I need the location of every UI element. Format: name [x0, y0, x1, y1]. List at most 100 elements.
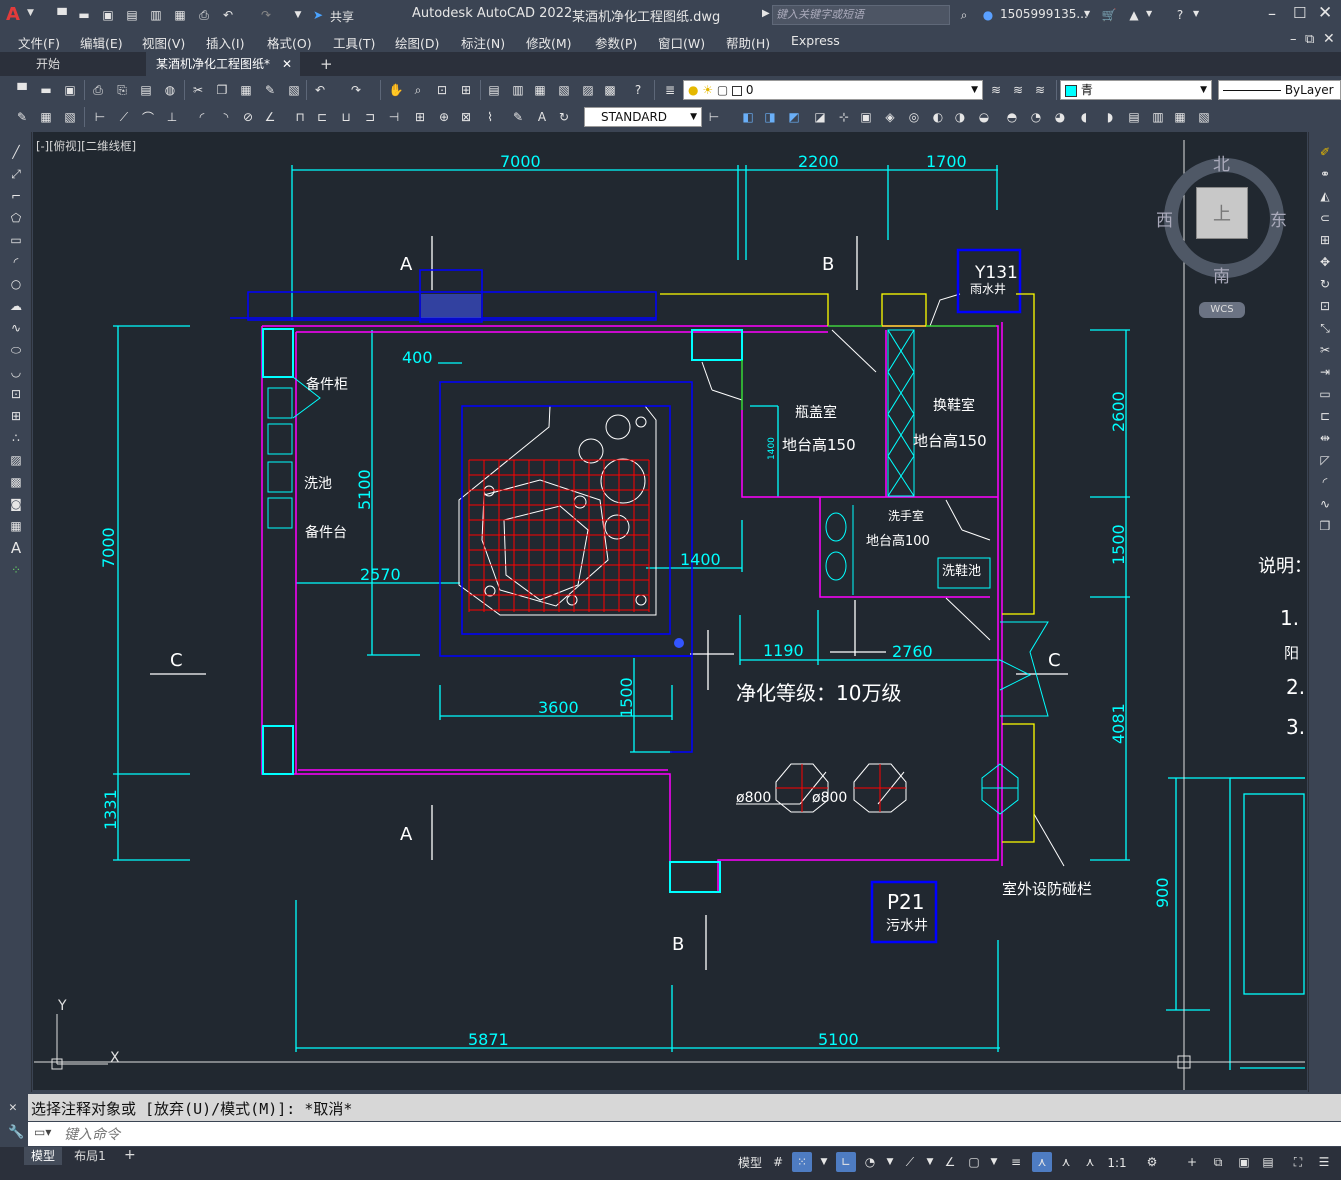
textstyle-dropdown[interactable]: STANDARD ▼	[584, 107, 702, 127]
dim-update-icon[interactable]: ↻	[556, 109, 572, 125]
osnap-icon[interactable]: ▢	[964, 1152, 984, 1172]
mod-mirror-icon[interactable]: ◭	[1317, 188, 1333, 204]
draw-table-icon[interactable]: ▦	[8, 518, 24, 534]
menu-file[interactable]: 文件(F)	[18, 33, 60, 52]
tb-obj-20-icon[interactable]: ▧	[1196, 109, 1212, 125]
mod-blend-icon[interactable]: ∿	[1317, 496, 1333, 512]
new-file-icon[interactable]: ▀	[54, 7, 70, 23]
autodesk-chevron-icon[interactable]: ▼	[1146, 9, 1152, 18]
annotation-visibility-icon[interactable]: ⋏	[1032, 1152, 1052, 1172]
tb-obj-9-icon[interactable]: ◐	[930, 109, 946, 125]
user-name[interactable]: 1505999135...	[1000, 7, 1088, 21]
tb-save-icon[interactable]: ▣	[62, 82, 78, 98]
dim-tolerance-icon[interactable]: ⊞	[412, 109, 428, 125]
polar-icon[interactable]: ◔	[860, 1152, 880, 1172]
open-file-icon[interactable]: ▬	[76, 7, 92, 23]
draw-polyline-icon[interactable]: ⌐	[8, 188, 24, 204]
tb-cut-icon[interactable]: ✂	[190, 82, 206, 98]
viewcube-west[interactable]: 西	[1156, 206, 1173, 231]
menu-tools[interactable]: 工具(T)	[333, 33, 375, 52]
tb-obj-15-icon[interactable]: ◖	[1076, 109, 1092, 125]
isodraft-icon[interactable]: ⟋	[900, 1152, 920, 1172]
dim-style-icon[interactable]: ⊢	[706, 109, 722, 125]
plot-icon[interactable]: ⎙	[196, 7, 212, 23]
mod-fillet-icon[interactable]: ◜	[1317, 474, 1333, 490]
tab-drawing[interactable]: 某酒机净化工程图纸* ✕	[146, 52, 300, 76]
annomonitor-icon[interactable]: +	[1182, 1152, 1202, 1172]
share-label[interactable]: 共享	[330, 8, 354, 25]
dim-baseline-icon[interactable]: ⊏	[314, 109, 330, 125]
isodraft-chevron-icon[interactable]: ▼	[920, 1152, 940, 1172]
dim-arclength-icon[interactable]: ⌒	[140, 109, 156, 125]
save-web-icon[interactable]: ▦	[172, 7, 188, 23]
minimize-icon[interactable]: –	[1268, 4, 1276, 23]
tb-copy-icon[interactable]: ❐	[214, 82, 230, 98]
mod-join-icon[interactable]: ⇹	[1317, 430, 1333, 446]
tb-obj-1-icon[interactable]: ◧	[740, 109, 756, 125]
tb-obj-16-icon[interactable]: ◗	[1102, 109, 1118, 125]
viewcube-north[interactable]: 北	[1213, 150, 1230, 175]
mod-break-icon[interactable]: ⊏	[1317, 408, 1333, 424]
dim-edit-icon[interactable]: ✎	[510, 109, 526, 125]
tb-obj-12-icon[interactable]: ◓	[1004, 109, 1020, 125]
tb-obj-8-icon[interactable]: ◎	[906, 109, 922, 125]
menu-dimension[interactable]: 标注(N)	[461, 33, 505, 52]
viewcube-south[interactable]: 南	[1213, 262, 1230, 287]
tb-obj-10-icon[interactable]: ◑	[952, 109, 968, 125]
draw-spline-icon[interactable]: ∿	[8, 320, 24, 336]
dim-ordinate-icon[interactable]: ⊥	[164, 109, 180, 125]
tb-obj-19-icon[interactable]: ▦	[1172, 109, 1188, 125]
fullscreen-icon[interactable]: ⛶	[1288, 1152, 1308, 1172]
draw-polygon-icon[interactable]: ⬠	[8, 210, 24, 226]
mod-rotate-icon[interactable]: ↻	[1317, 276, 1333, 292]
model-space-button[interactable]: 模型	[734, 1153, 766, 1173]
layer-dropdown[interactable]: ● ☀ ▢ 0 ▼	[683, 80, 983, 100]
cart-icon[interactable]: 🛒	[1101, 7, 1117, 23]
tb-zoom-realtime-icon[interactable]: ⌕	[410, 82, 426, 98]
ortho-icon[interactable]: ∟	[836, 1152, 856, 1172]
workspace-gear-icon[interactable]: ⚙	[1142, 1152, 1162, 1172]
tb-matchprop-icon[interactable]: ✎	[262, 82, 278, 98]
draw-line-icon[interactable]: ╱	[8, 144, 24, 160]
menu-modify[interactable]: 修改(M)	[526, 33, 572, 52]
dim-aligned-icon[interactable]: ⟋	[116, 109, 132, 125]
linetype-dropdown[interactable]: ByLayer	[1218, 80, 1341, 100]
viewcube-east[interactable]: 东	[1270, 206, 1287, 231]
annotation-scale[interactable]: 1:1	[1102, 1153, 1132, 1173]
units-icon[interactable]: ⧉	[1208, 1152, 1228, 1172]
autodesk-icon[interactable]: ▲	[1126, 7, 1142, 23]
command-grip[interactable]: ✕	[0, 1094, 28, 1121]
tb-blockeditor-icon[interactable]: ▧	[286, 82, 302, 98]
viewcube-top[interactable]: 上	[1196, 187, 1248, 239]
doc-close-icon[interactable]: ✕	[1323, 31, 1335, 47]
autoscale-icon[interactable]: ⋏	[1056, 1152, 1076, 1172]
dim-jogline-icon[interactable]: ⌇	[482, 109, 498, 125]
command-line[interactable]: 🔧 ▭▾	[0, 1122, 1341, 1146]
draw-region-icon[interactable]: ◙	[8, 496, 24, 512]
draw-addselected-icon[interactable]: ⁘	[8, 562, 24, 578]
tb-layer-manager-icon[interactable]: ≣	[662, 82, 678, 98]
tb-obj-5-icon[interactable]: ⊹	[836, 109, 852, 125]
dim-radius-icon[interactable]: ◜	[194, 109, 210, 125]
search-expand-icon[interactable]: ▶	[762, 8, 770, 19]
command-input[interactable]	[64, 1124, 1324, 1144]
tb-undo-icon[interactable]: ↶	[312, 82, 328, 98]
redo-icon[interactable]: ↷	[258, 7, 274, 23]
tab-start[interactable]: 开始	[26, 52, 70, 76]
lineweight-icon[interactable]: ≡	[1006, 1152, 1026, 1172]
tb-layer-previous-icon[interactable]: ≋	[1010, 82, 1026, 98]
draw-rectangle-icon[interactable]: ▭	[8, 232, 24, 248]
menu-window[interactable]: 窗口(W)	[658, 33, 705, 52]
tb-quickselect-icon[interactable]: ✎	[14, 109, 30, 125]
tb-redo-icon[interactable]: ↷	[348, 82, 364, 98]
tb-group-icon[interactable]: ▦	[38, 109, 54, 125]
doc-restore-icon[interactable]: ⧉	[1305, 32, 1314, 47]
menu-draw[interactable]: 绘图(D)	[395, 33, 439, 52]
dim-jogged-icon[interactable]: ◝	[218, 109, 234, 125]
help-chevron-icon[interactable]: ▼	[1193, 9, 1199, 18]
drawing-canvas[interactable]: [-][俯视][二维线框] 7000 2200 1700 400 5100 25…	[33, 132, 1307, 1090]
osnap-chevron-icon[interactable]: ▼	[984, 1152, 1004, 1172]
menu-help[interactable]: 帮助(H)	[726, 33, 770, 52]
tb-new-icon[interactable]: ▀	[14, 82, 30, 98]
tb-designcenter-icon[interactable]: ▥	[510, 82, 526, 98]
